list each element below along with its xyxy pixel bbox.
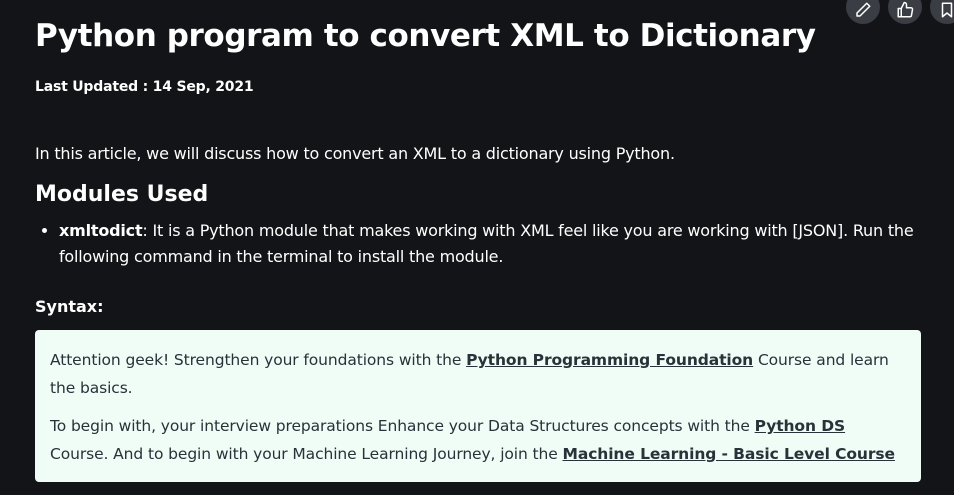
syntax-label: Syntax: — [35, 297, 104, 316]
course-promo-box: Attention geek! Strengthen your foundati… — [35, 330, 921, 482]
bookmark-button[interactable] — [930, 0, 954, 24]
python-ds-course-link[interactable]: Python DS — [755, 417, 846, 435]
module-description: : It is a Python module that makes worki… — [59, 221, 914, 266]
article-title: Python program to convert XML to Diction… — [35, 18, 816, 54]
machine-learning-course-link[interactable]: Machine Learning - Basic Level Course — [563, 445, 896, 463]
last-updated-date: Last Updated : 14 Sep, 2021 — [35, 79, 254, 95]
python-foundation-course-link[interactable]: Python Programming Foundation — [466, 351, 753, 369]
promo-text: Attention geek! Strengthen your foundati… — [50, 351, 467, 369]
promo-text: Course. And to begin with your Machine L… — [50, 445, 563, 463]
bookmark-icon — [941, 2, 953, 18]
thumbs-up-icon — [897, 1, 914, 18]
section-heading-modules: Modules Used — [35, 182, 209, 207]
promo-paragraph-ds-ml: To begin with, your interview preparatio… — [50, 412, 906, 468]
promo-paragraph-foundation: Attention geek! Strengthen your foundati… — [50, 346, 906, 402]
intro-paragraph: In this article, we will discuss how to … — [35, 144, 675, 163]
edit-button[interactable] — [846, 0, 880, 24]
like-button[interactable] — [888, 0, 922, 24]
pencil-icon — [856, 2, 871, 17]
promo-text: To begin with, your interview preparatio… — [50, 417, 755, 435]
list-item: xmltodict: It is a Python module that ma… — [59, 218, 929, 270]
module-name: xmltodict — [59, 221, 143, 240]
modules-list: xmltodict: It is a Python module that ma… — [35, 218, 929, 270]
article-page: Python program to convert XML to Diction… — [0, 0, 954, 495]
article-action-bar — [846, 0, 954, 24]
